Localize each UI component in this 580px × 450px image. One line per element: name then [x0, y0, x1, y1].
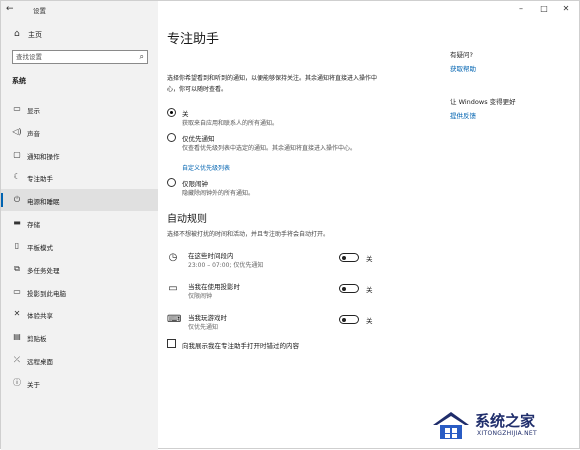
option-label: 仅限闹钟	[182, 180, 208, 188]
rule-name: 当我在使用投影时	[188, 283, 240, 291]
rule-toggle[interactable]	[339, 253, 359, 262]
info-icon: ⓘ	[13, 378, 21, 387]
sidebar-item-focus-assist[interactable]: ☾ 专注助手	[1, 166, 158, 188]
title-bar: ← 设置 – □ ✕	[1, 1, 580, 18]
radio-button[interactable]	[167, 108, 176, 117]
sidebar-item-project[interactable]: ▭ 投影到此电脑	[1, 281, 158, 303]
radio-button[interactable]	[167, 178, 176, 187]
sidebar-item-label: 专注助手	[27, 175, 53, 183]
toggle-state: 关	[366, 255, 373, 263]
rule-projecting[interactable]: ▭ 当我在使用投影时 仅限闹钟 关	[167, 281, 387, 303]
sidebar-item-label: 电源和睡眠	[27, 198, 60, 206]
rule-name: 当我玩游戏时	[188, 314, 227, 322]
moon-icon: ☾	[13, 172, 21, 181]
window-title: 设置	[33, 7, 46, 15]
sidebar-item-display[interactable]: ▭ 显示	[1, 98, 158, 120]
radio-button[interactable]	[167, 133, 176, 142]
rule-subtitle: 仅限闹钟	[188, 293, 213, 300]
back-arrow-icon[interactable]: ←	[6, 4, 16, 14]
sidebar-item-about[interactable]: ⓘ 关于	[1, 372, 158, 394]
project-icon: ▭	[13, 287, 21, 296]
sidebar-item-label: 平板模式	[27, 244, 53, 252]
close-button[interactable]: ✕	[559, 3, 573, 15]
search-input[interactable]	[16, 52, 126, 62]
tablet-icon: ▯	[14, 241, 20, 250]
improve-windows-text: 让 Windows 变得更好	[450, 98, 516, 106]
auto-rules-description: 选择不想被打扰的时间和活动，并且专注助手将会自动打开。	[167, 231, 330, 238]
sidebar-item-label: 体验共享	[27, 312, 53, 320]
toggle-state: 关	[366, 286, 373, 294]
power-icon: ⏻	[13, 195, 21, 204]
sidebar-item-label: 投影到此电脑	[27, 290, 66, 298]
sidebar-item-shared[interactable]: ✕ 体验共享	[1, 303, 158, 325]
summary-checkbox[interactable]	[167, 339, 176, 348]
storage-icon: ▬	[13, 218, 21, 227]
maximize-button[interactable]: □	[537, 3, 551, 15]
sidebar-item-label: 显示	[27, 107, 40, 115]
page-title: 专注助手	[167, 32, 220, 47]
monitor-icon: ▭	[13, 104, 21, 113]
clipboard-icon: ▤	[13, 332, 21, 341]
sidebar-item-tablet[interactable]: ▯ 平板模式	[1, 235, 158, 257]
home-label: 主页	[28, 31, 42, 39]
sidebar-item-notifications[interactable]: ▢ 通知和操作	[1, 144, 158, 166]
gamepad-icon: ⌨	[167, 314, 182, 325]
search-icon[interactable]: ⌕	[140, 52, 144, 62]
auto-rules-title: 自动规则	[167, 214, 207, 225]
rule-toggle[interactable]	[339, 284, 359, 293]
option-description: 仅查看优先级列表中选定的通知。其余通知将直接进入操作中心。	[182, 145, 357, 152]
sidebar-item-label: 多任务处理	[27, 267, 60, 275]
watermark-url: XITONGZHIJIA.NET	[477, 430, 537, 437]
sidebar-item-label: 存储	[27, 221, 40, 229]
rule-toggle[interactable]	[339, 315, 359, 324]
settings-window: ⌂ 主页 ⌕ 系统 ▭ 显示 ◁) 声音 ▢ 通知和操作 ☾ 专注助手 ⏻ 电源…	[0, 0, 580, 450]
sidebar-item-sound[interactable]: ◁) 声音	[1, 121, 158, 143]
watermark-brand: 系统之家	[475, 412, 536, 430]
rule-gaming[interactable]: ⌨ 当我玩游戏时 仅优先通知 关	[167, 312, 387, 334]
toggle-knob	[342, 317, 346, 322]
sidebar-item-remote[interactable]: ⤫ 远程桌面	[1, 349, 158, 371]
toggle-knob	[342, 255, 346, 260]
option-label: 关	[182, 110, 189, 118]
house-logo-icon	[433, 412, 469, 439]
home-icon: ⌂	[14, 29, 20, 39]
watermark: 系统之家 XITONGZHIJIA.NET	[431, 405, 580, 450]
sidebar-item-label: 通知和操作	[27, 153, 60, 161]
rule-time-period[interactable]: ◷ 在这些时间段内 23:00 – 07:00; 仅优先通知 关	[167, 250, 387, 272]
option-description: 获取来自应用和联系人的所有通知。	[182, 120, 279, 127]
sidebar-item-label: 剪贴板	[27, 335, 47, 343]
clock-icon: ◷	[168, 252, 178, 263]
search-box[interactable]: ⌕	[12, 50, 148, 64]
sidebar-item-label: 远程桌面	[27, 358, 53, 366]
display-icon: ▭	[168, 283, 178, 294]
selection-indicator	[1, 193, 3, 207]
rule-subtitle: 仅优先通知	[188, 324, 219, 331]
sidebar-item-label: 关于	[27, 381, 40, 389]
notification-icon: ▢	[13, 150, 21, 159]
minimize-button[interactable]: –	[514, 3, 528, 15]
sidebar-item-multitasking[interactable]: ⧉ 多任务处理	[1, 258, 158, 280]
remote-icon: ⤫	[13, 355, 21, 364]
feedback-link[interactable]: 提供反馈	[450, 110, 476, 120]
toggle-state: 关	[366, 317, 373, 325]
sidebar-item-clipboard[interactable]: ▤ 剪贴板	[1, 326, 158, 348]
intro-text: 选择你希望看到和听到的通知，以便能够保持关注。其余通知将直接进入操作中心，你可以…	[167, 75, 378, 93]
share-icon: ✕	[13, 309, 21, 318]
sidebar-item-storage[interactable]: ▬ 存储	[1, 212, 158, 234]
toggle-knob	[342, 286, 346, 291]
option-description: 隐藏除闹钟外的所有通知。	[182, 190, 255, 197]
sidebar-item-power[interactable]: ⏻ 电源和睡眠	[1, 189, 158, 211]
help-question: 有疑问?	[450, 51, 473, 59]
sidebar: ⌂ 主页 ⌕ 系统 ▭ 显示 ◁) 声音 ▢ 通知和操作 ☾ 专注助手 ⏻ 电源…	[1, 1, 158, 450]
speaker-icon: ◁)	[12, 127, 22, 136]
customize-priority-link[interactable]: 自定义优先级列表	[182, 163, 230, 172]
checkbox-label: 向我展示我在专注助手打开时错过的内容	[182, 342, 299, 350]
get-help-link[interactable]: 获取帮助	[450, 63, 476, 73]
option-label: 仅优先通知	[182, 135, 215, 143]
multitask-icon: ⧉	[14, 264, 20, 273]
section-title: 系统	[12, 77, 26, 85]
rule-subtitle: 23:00 – 07:00; 仅优先通知	[188, 262, 264, 269]
rule-name: 在这些时间段内	[188, 252, 234, 260]
sidebar-item-label: 声音	[27, 130, 40, 138]
